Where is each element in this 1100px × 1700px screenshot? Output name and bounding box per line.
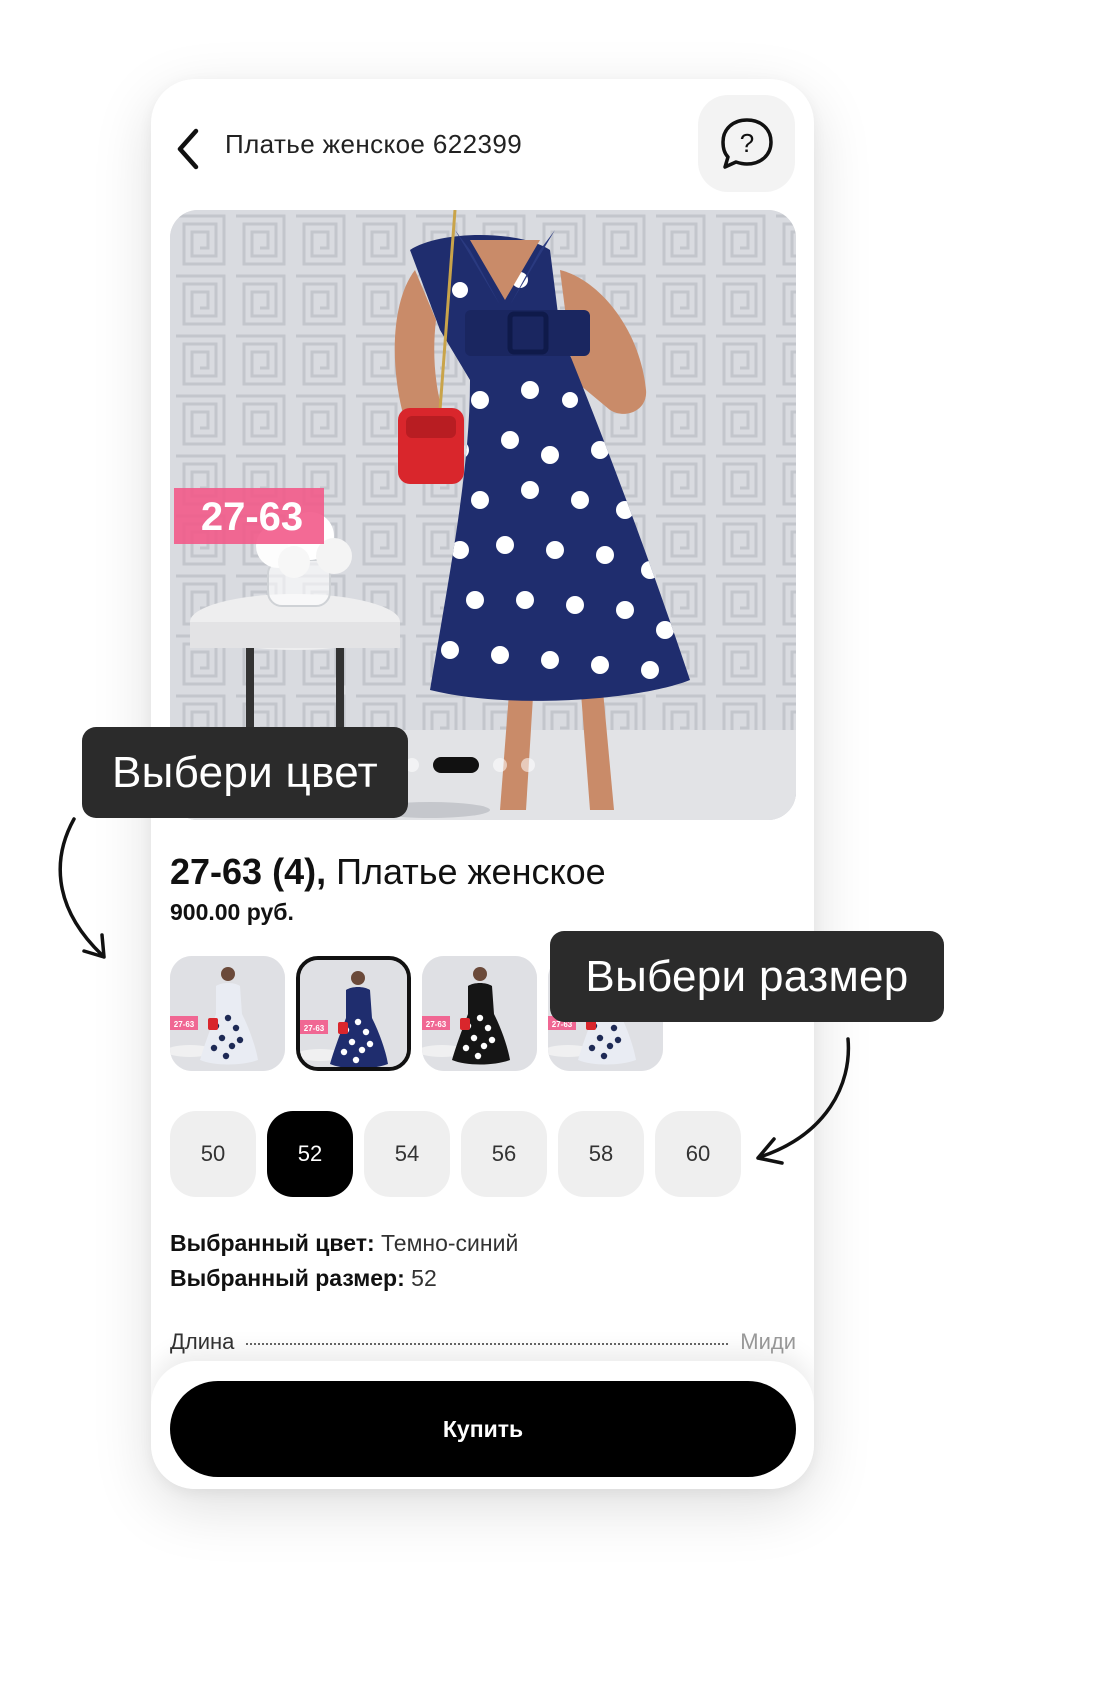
- selected-color-line: Выбранный цвет: Темно-синий: [170, 1230, 518, 1257]
- color-option[interactable]: 27-63: [422, 956, 537, 1071]
- svg-text:27-63: 27-63: [426, 1020, 447, 1029]
- color-option[interactable]: 27-63: [170, 956, 285, 1071]
- page-title: Платье женское 622399: [225, 129, 523, 159]
- size-option-54[interactable]: 54: [364, 1111, 450, 1197]
- size-option-50[interactable]: 50: [170, 1111, 256, 1197]
- selected-size-label: Выбранный размер:: [170, 1265, 405, 1291]
- callout-choose-size: Выбери размер: [550, 931, 944, 1022]
- bottom-bar: Купить: [151, 1361, 814, 1489]
- color-option[interactable]: 27-63: [296, 956, 411, 1071]
- size-option-52[interactable]: 52: [267, 1111, 353, 1197]
- product-name: Платье женское: [336, 851, 606, 892]
- buy-button[interactable]: Купить: [170, 1381, 796, 1477]
- svg-text:27-63: 27-63: [304, 1024, 325, 1033]
- product-price: 900.00 руб.: [170, 899, 294, 925]
- arrow-to-colors-icon: [58, 817, 106, 959]
- size-option-58[interactable]: 58: [558, 1111, 644, 1197]
- spec-value: Миди: [740, 1329, 796, 1354]
- gallery-dot[interactable]: [493, 758, 507, 772]
- spec-row: Длина Миди: [170, 1329, 796, 1355]
- gallery-badge: 27-63: [201, 495, 303, 539]
- selected-color-value: Темно-синий: [381, 1230, 519, 1256]
- svg-text:27-63: 27-63: [174, 1020, 195, 1029]
- spec-key: Длина: [170, 1329, 235, 1354]
- header: Платье женское 622399 ?: [151, 79, 814, 209]
- chat-question-icon: ?: [720, 117, 773, 169]
- svg-text:?: ?: [739, 128, 753, 158]
- help-chat-button[interactable]: ?: [698, 95, 795, 192]
- selected-color-label: Выбранный цвет:: [170, 1230, 375, 1256]
- gallery-pagination: [405, 757, 535, 773]
- product-code: 27-63 (4),: [170, 851, 327, 892]
- callout-choose-color: Выбери цвет: [82, 727, 408, 818]
- product-title: 27-63 (4), Платье женское: [170, 851, 606, 893]
- selected-size-line: Выбранный размер: 52: [170, 1265, 437, 1292]
- gallery-dot[interactable]: [521, 758, 535, 772]
- arrow-to-sizes-icon: [756, 1037, 851, 1165]
- chevron-left-icon: [177, 128, 199, 170]
- size-option-60[interactable]: 60: [655, 1111, 741, 1197]
- size-option-56[interactable]: 56: [461, 1111, 547, 1197]
- spec-leader: [246, 1343, 729, 1345]
- back-button[interactable]: [167, 119, 211, 179]
- selected-size-value: 52: [411, 1265, 437, 1291]
- size-picker: 50 52 54 56 58 60: [170, 1111, 741, 1197]
- gallery-dot-active[interactable]: [433, 757, 479, 773]
